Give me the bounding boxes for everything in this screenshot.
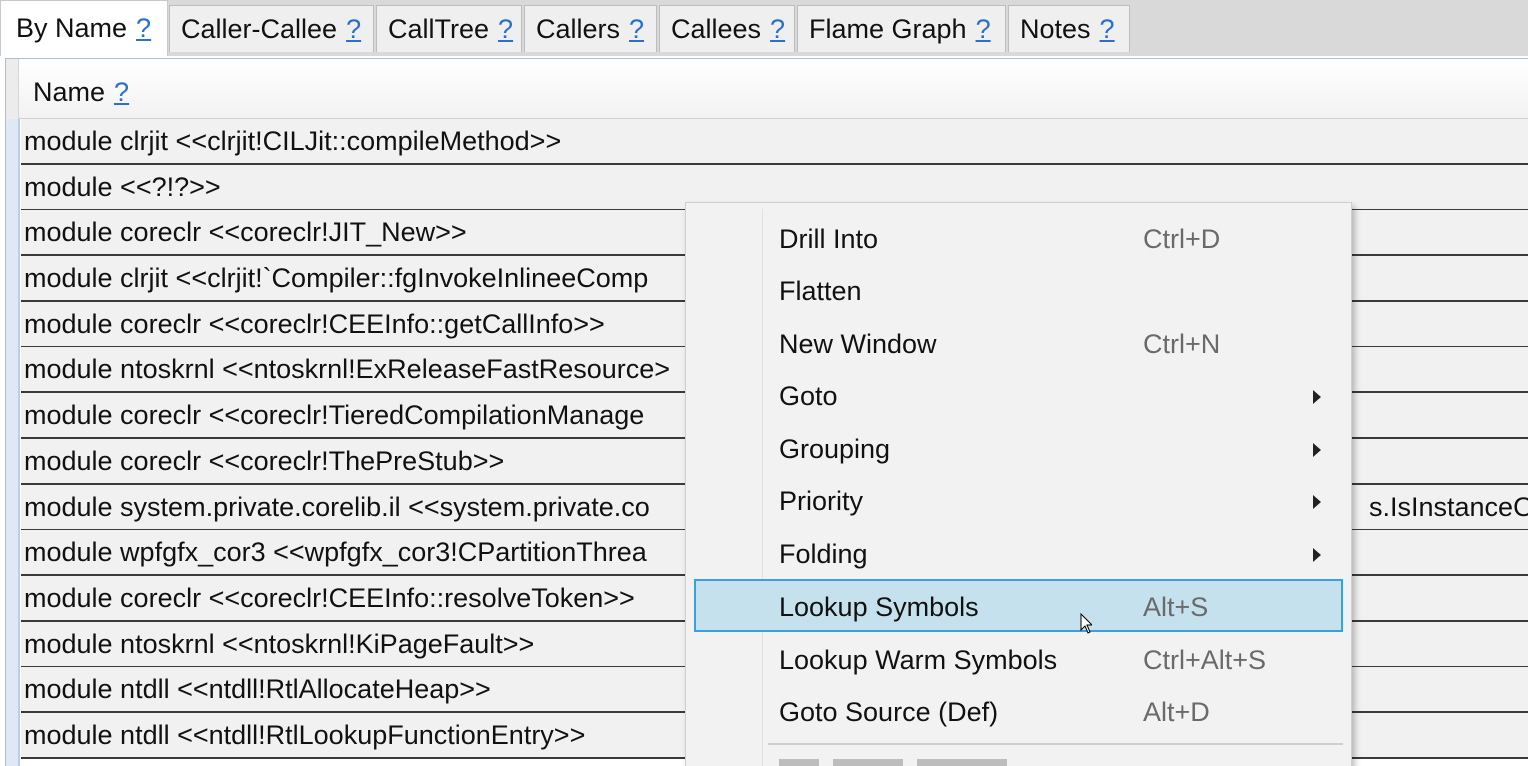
table-row[interactable]: module clrjit <<clrjit!CILJit::compileMe… [21, 119, 1528, 165]
help-link[interactable]: ? [136, 13, 151, 43]
menu-item-shortcut: Alt+D [1143, 697, 1210, 727]
row-name: module coreclr <<coreclr!CEEInfo::getCal… [24, 309, 605, 339]
row-name-overflow: s.IsInstanceOfC [1369, 492, 1528, 522]
tab-flame-graph[interactable]: Flame Graph? [797, 5, 1006, 52]
menu-item-label: Priority [779, 486, 864, 516]
context-menu: Drill Into Ctrl+D Flatten New Window Ctrl+… [685, 202, 1352, 766]
row-name: module ntoskrnl <<ntoskrnl!ExReleaseFast… [24, 354, 671, 384]
tab-label: CallTree [388, 14, 490, 44]
menu-item-label: Lookup Symbols [779, 592, 979, 622]
row-selector-column[interactable] [6, 119, 20, 766]
tab-label: Callees [671, 14, 762, 44]
row-name: module clrjit <<clrjit!CILJit::compileMe… [24, 126, 562, 156]
row-name: module clrjit <<clrjit!`Compiler::fgInvo… [24, 263, 649, 293]
row-name: module ntdll <<ntdll!RtlLookupFunctionEn… [24, 720, 586, 750]
submenu-arrow-icon [1313, 390, 1321, 404]
menu-separator [768, 743, 1343, 745]
menu-item-shortcut: Ctrl+Alt+S [1143, 645, 1267, 675]
tab-callers[interactable]: Callers? [524, 5, 657, 52]
row-name: module coreclr <<coreclr!CEEInfo::resolv… [24, 583, 635, 613]
tab-label: Caller-Callee [181, 14, 338, 44]
tab-by-name[interactable]: By Name? [0, 0, 168, 56]
row-name: module coreclr <<coreclr!TieredCompilati… [24, 400, 645, 430]
menu-item-goto-source-def[interactable]: Goto Source (Def) Alt+D [694, 686, 1343, 739]
row-name: module system.private.corelib.il <<syste… [24, 492, 650, 522]
row-name: module coreclr <<coreclr!JIT_New>> [24, 217, 467, 247]
tab-label: By Name [16, 13, 128, 43]
menu-item-label: Goto Source (Def) [779, 697, 999, 727]
tab-label: Callers [536, 14, 621, 44]
select-all-cell[interactable] [6, 59, 19, 119]
menu-item-label: Flatten [779, 276, 862, 306]
menu-item-goto[interactable]: Goto [694, 370, 1343, 423]
menu-item-shortcut: Ctrl+D [1143, 224, 1221, 254]
help-link[interactable]: ? [770, 14, 785, 44]
menu-item-drill-into[interactable]: Drill Into Ctrl+D [694, 213, 1343, 266]
help-link[interactable]: ? [1100, 14, 1115, 44]
submenu-arrow-icon [1313, 443, 1321, 457]
help-link[interactable]: ? [629, 14, 644, 44]
row-name: module wpfgfx_cor3 <<wpfgfx_cor3!CPartit… [24, 537, 647, 567]
menu-item-grouping[interactable]: Grouping [694, 423, 1343, 476]
menu-item-new-window[interactable]: New Window Ctrl+N [694, 318, 1343, 371]
help-link[interactable]: ? [498, 14, 513, 44]
tab-label: Notes [1020, 14, 1091, 44]
menu-item-lookup-symbols[interactable]: Lookup Symbols Alt+S [694, 579, 1343, 632]
menu-item-shortcut: Alt+S [1143, 592, 1209, 622]
menu-item-folding[interactable]: Folding [694, 528, 1343, 581]
menu-item-lookup-warm-symbols[interactable]: Lookup Warm Symbols Ctrl+Alt+S [694, 634, 1343, 687]
help-link[interactable]: ? [114, 77, 129, 107]
menu-item-label: Goto [779, 381, 838, 411]
cut-off-text-fragment [917, 759, 1007, 766]
cut-off-text-fragment [779, 759, 819, 766]
row-name: module ntoskrnl <<ntoskrnl!KiPageFault>> [24, 629, 535, 659]
tab-caller-callee[interactable]: Caller-Callee? [169, 5, 374, 52]
menu-item-shortcut: Ctrl+N [1143, 329, 1221, 359]
menu-item-label: Lookup Warm Symbols [779, 645, 1058, 675]
menu-item-flatten[interactable]: Flatten [694, 265, 1343, 318]
row-name: module coreclr <<coreclr!ThePreStub>> [24, 446, 505, 476]
tab-strip: By Name? Caller-Callee? CallTree? Caller… [0, 0, 1528, 56]
tab-label: Flame Graph [809, 14, 967, 44]
cut-off-text-fragment [833, 759, 903, 766]
submenu-arrow-icon [1313, 548, 1321, 562]
tab-callees[interactable]: Callees? [659, 5, 795, 52]
tab-notes[interactable]: Notes? [1008, 5, 1130, 52]
row-name: module ntdll <<ntdll!RtlAllocateHeap>> [24, 674, 491, 704]
help-link[interactable]: ? [976, 14, 991, 44]
menu-item-label: Drill Into [779, 224, 879, 254]
column-header-label: Name? [33, 59, 129, 125]
submenu-arrow-icon [1313, 495, 1321, 509]
menu-item-partially-visible[interactable] [779, 759, 1299, 766]
mouse-pointer-icon [1080, 613, 1092, 634]
tab-calltree[interactable]: CallTree? [376, 5, 522, 52]
row-name: module <<?!?>> [24, 172, 221, 202]
help-link[interactable]: ? [346, 14, 361, 44]
menu-item-priority[interactable]: Priority [694, 475, 1343, 528]
column-header-name[interactable]: Name? [6, 59, 1528, 119]
menu-item-label: New Window [779, 329, 937, 359]
menu-item-label: Folding [779, 539, 868, 569]
column-title: Name [33, 77, 106, 107]
menu-item-label: Grouping [779, 434, 891, 464]
